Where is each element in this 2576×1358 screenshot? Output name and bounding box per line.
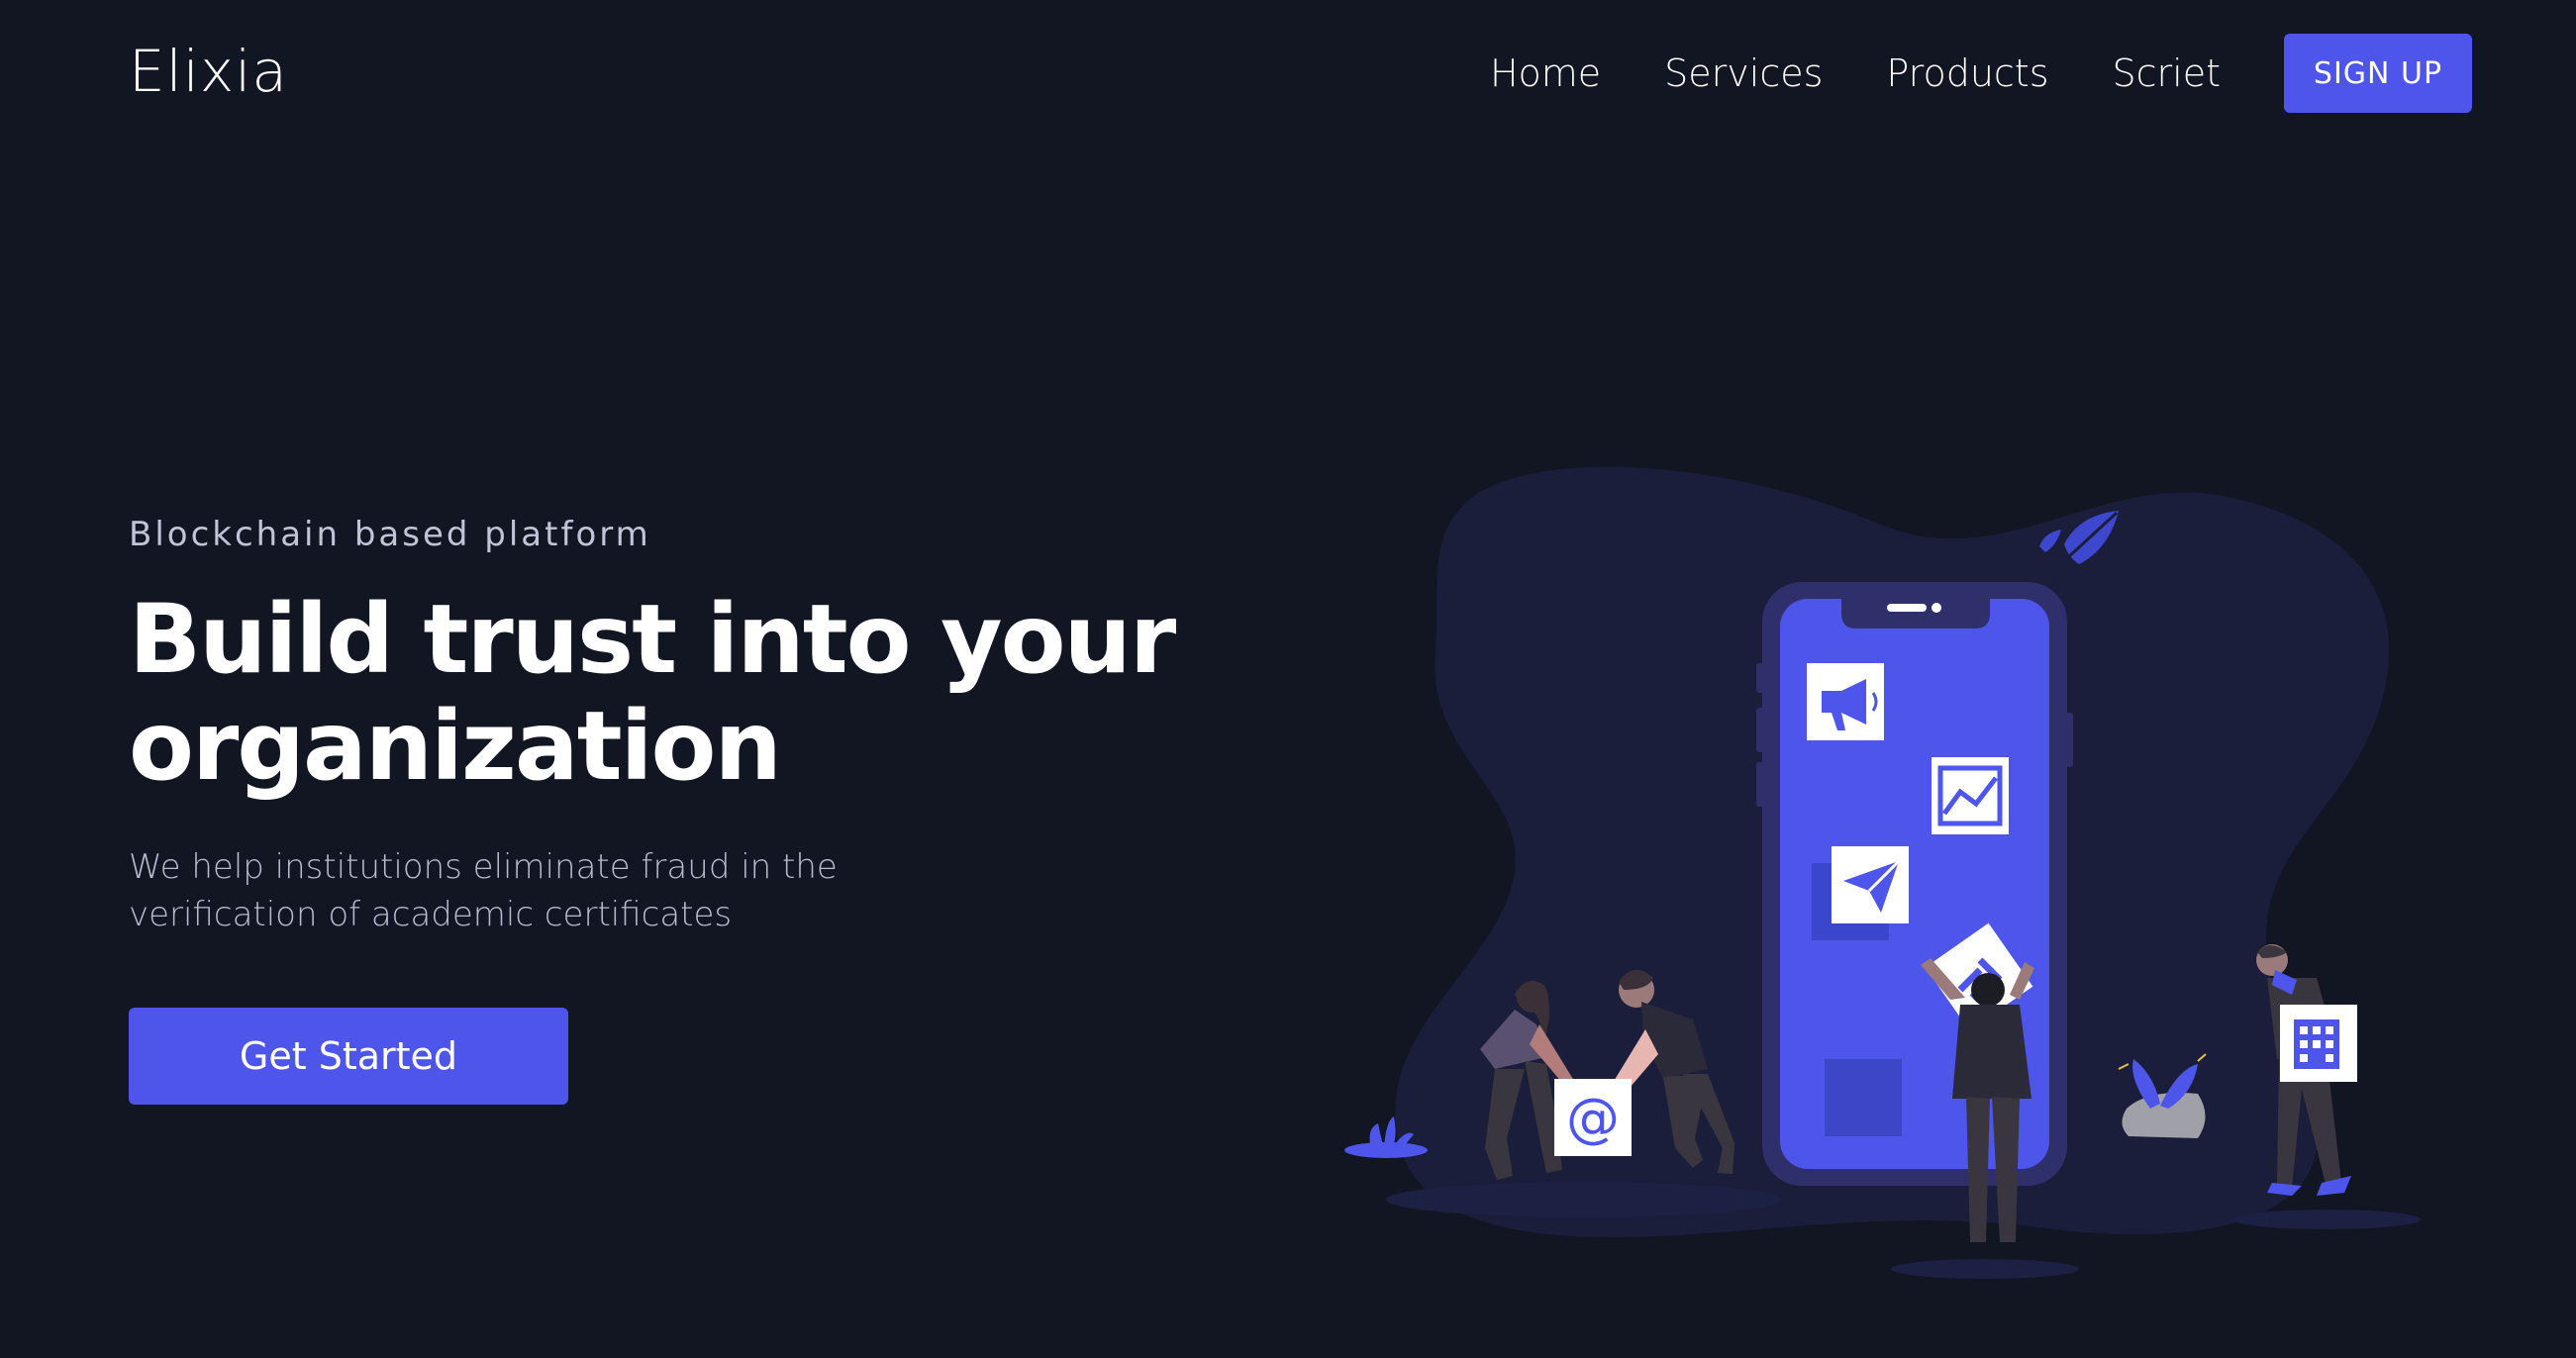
at-sign-icon: @ (1554, 1079, 1632, 1156)
svg-text:@: @ (1566, 1087, 1620, 1149)
ground-shadow-right (2232, 1210, 2421, 1229)
brand-logo[interactable]: Elixia (129, 38, 288, 105)
nav-link-products[interactable]: Products (1886, 51, 2048, 95)
main-nav: Home Services Products Scriet SIGN UP (1490, 34, 2472, 113)
hero-headline-line2: organization (129, 691, 782, 802)
nav-link-scriet[interactable]: Scriet (2113, 51, 2221, 95)
hero-eyebrow: Blockchain based platform (129, 515, 651, 554)
megaphone-icon (1807, 663, 1884, 740)
hero-headline-line1: Build trust into your (129, 584, 1176, 695)
building-icon (2280, 1005, 2357, 1082)
get-started-button[interactable]: Get Started (129, 1008, 568, 1105)
ground-shadow-center (1891, 1259, 2079, 1279)
nav-link-home[interactable]: Home (1490, 51, 1601, 95)
hero-headline: Build trust into your organization (129, 586, 1218, 800)
ground-shadow-left (1386, 1182, 1782, 1217)
sign-up-button[interactable]: SIGN UP (2284, 34, 2472, 113)
app-tile-placeholder (1825, 1059, 1902, 1136)
nav-link-services[interactable]: Services (1664, 51, 1823, 95)
hero-subtext: We help institutions eliminate fraud in … (129, 847, 838, 934)
landing-page: Elixia Home Services Products Scriet SIG… (0, 0, 2576, 1358)
hero-illustration: @ (1344, 466, 2421, 1279)
chart-icon (1932, 757, 2009, 834)
